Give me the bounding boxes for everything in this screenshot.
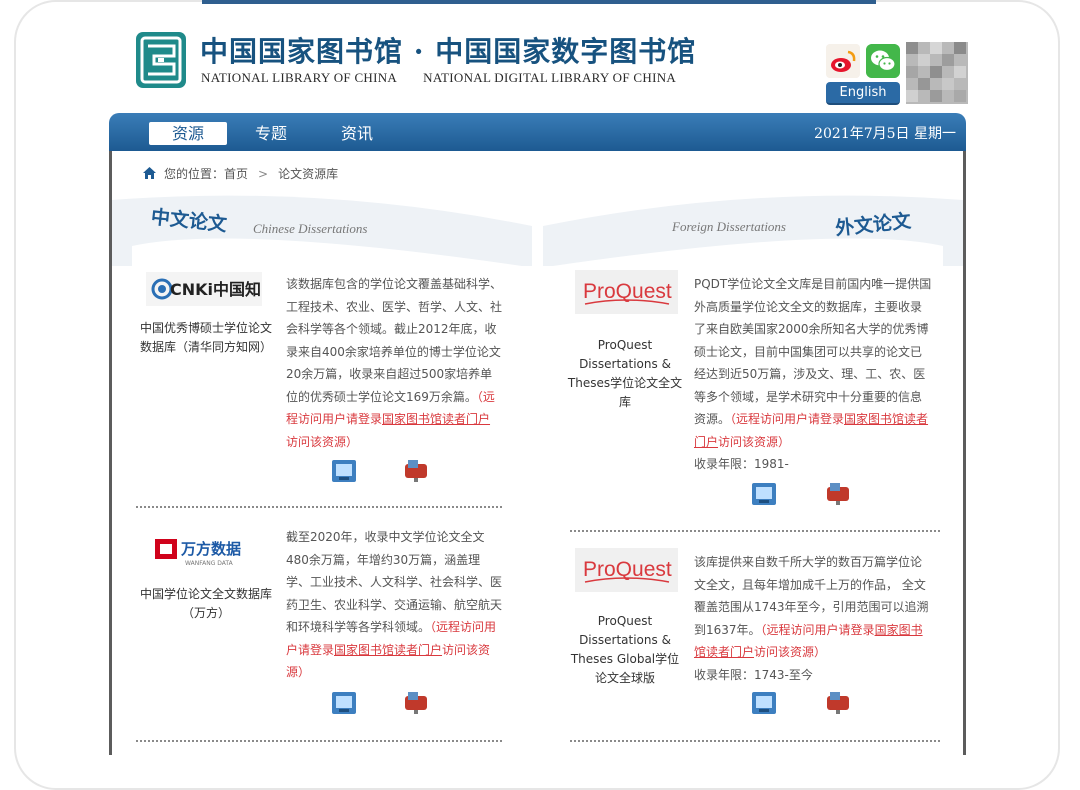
pqdt-mailbox-icon[interactable] xyxy=(824,479,852,505)
breadcrumb-separator: > xyxy=(258,167,269,181)
nav-tab-topics[interactable]: 专题 xyxy=(249,122,293,145)
pqdt-name[interactable]: ProQuest Dissertations & Theses学位论文全文库 xyxy=(566,336,684,412)
site-title[interactable]: 中国国家图书馆 · 中国国家数字图书馆 xyxy=(200,30,696,70)
title-en-1: NATIONAL LIBRARY OF CHINA xyxy=(201,70,398,85)
proquest-logo-icon: ProQuest xyxy=(575,270,678,314)
home-icon[interactable] xyxy=(143,167,156,179)
pqdt-remote-note: （远程访问用户请登录国家图书馆读者门户访问该资源） xyxy=(694,412,928,449)
pqdt-desc: PQDT学位论文全文库是目前国内唯一提供国外高质量学位论文全文的数据库，主要收录… xyxy=(694,273,932,476)
wanfang-desc-text: 截至2020年，收录中文学位论文全文480余万篇，年增约30万篇，涵盖理学、工业… xyxy=(286,530,503,634)
proquest-global-logo-icon: ProQuest xyxy=(575,548,678,592)
wanfang-portal-link[interactable]: 国家图书馆读者门户 xyxy=(334,643,442,657)
divider xyxy=(570,740,940,742)
pqdt-global-years: 收录年限：1743-至今 xyxy=(694,667,813,682)
cnki-logo-icon: CNKi中国知网 xyxy=(146,272,277,306)
wechat-icon[interactable] xyxy=(866,44,900,78)
library-logo-icon[interactable] xyxy=(134,30,188,90)
wanfang-logo-text: 万方数据 xyxy=(180,540,241,558)
nav-date: 2021年7月5日 星期一 xyxy=(814,126,956,142)
cnki-portal-link[interactable]: 国家图书馆读者门户 xyxy=(382,412,490,426)
wanfang-access-icon[interactable] xyxy=(330,690,358,716)
site-title-en: NATIONAL LIBRARY OF CHINA NATIONAL DIGITA… xyxy=(201,70,702,86)
pqdt-remote-post: 访问该资源） xyxy=(718,434,791,449)
cnki-desc-text: 该数据库包含的学位论文覆盖基础科学、工程技术、农业、医学、哲学、人文、社会科学等… xyxy=(286,277,503,404)
pqdt-remote-pre: （远程访问用户请登录 xyxy=(730,412,845,426)
pqdt-global-remote-pre: （远程访问用户请登录 xyxy=(760,622,875,637)
cnki-access-icon[interactable] xyxy=(330,458,358,484)
proquest-logo[interactable]: ProQuest xyxy=(575,270,678,314)
pqdt-global-access-icon[interactable] xyxy=(750,690,778,716)
cnki-logo-text: CNKi中国知网 xyxy=(170,280,262,299)
title-en-2: NATIONAL DIGITAL LIBRARY OF CHINA xyxy=(423,70,677,85)
divider xyxy=(136,740,502,742)
wanfang-logo-icon: 万方数据 WANFANG DATA xyxy=(155,539,241,567)
english-button[interactable]: English xyxy=(826,82,900,105)
wanfang-name[interactable]: 中国学位论文全文数据库（万方） xyxy=(136,585,276,623)
cnki-mailbox-icon[interactable] xyxy=(402,456,430,482)
wanfang-logo[interactable]: 万方数据 WANFANG DATA xyxy=(155,535,259,567)
pqdt-desc-text: PQDT学位论文全文库是目前国内唯一提供国外高质量学位论文全文的数据库，主要收录… xyxy=(694,277,932,426)
proquest-global-logo[interactable]: ProQuest xyxy=(575,548,678,592)
wanfang-mailbox-icon[interactable] xyxy=(402,688,430,714)
section-subtitle-chinese: Chinese Dissertations xyxy=(253,221,368,236)
pqdt-access-icon[interactable] xyxy=(750,481,778,507)
cnki-remote-post: 访问该资源） xyxy=(286,434,359,449)
cnki-name[interactable]: 中国优秀博硕士学位论文数据库（清华同方知网） xyxy=(136,319,276,357)
cnki-logo[interactable]: CNKi中国知网 xyxy=(146,272,277,306)
cnki-desc: 该数据库包含的学位论文覆盖基础科学、工程技术、农业、医学、哲学、人文、社会科学等… xyxy=(286,273,502,453)
pqdt-years: 收录年限：1981- xyxy=(694,457,789,471)
top-accent-bar xyxy=(202,0,876,4)
breadcrumb-current: 论文资源库 xyxy=(278,167,339,181)
pqdt-global-mailbox-icon[interactable] xyxy=(824,688,852,714)
nav-tab-news[interactable]: 资讯 xyxy=(335,122,379,145)
main-nav: 资源 专题 资讯 2021年7月5日 星期一 xyxy=(109,113,966,151)
divider xyxy=(136,506,502,508)
breadcrumb: 您的位置：首页 > 论文资源库 xyxy=(143,165,338,182)
pqdt-global-remote-post: 访问该资源） xyxy=(754,645,827,659)
divider xyxy=(570,530,940,532)
wanfang-desc: 截至2020年，收录中文学位论文全文480余万篇，年增约30万篇，涵盖理学、工业… xyxy=(286,526,502,684)
wanfang-logo-sub: WANFANG DATA xyxy=(185,560,234,567)
pqdt-global-name[interactable]: ProQuest Dissertations & Theses Global学位… xyxy=(566,612,684,688)
nav-tab-resources[interactable]: 资源 xyxy=(149,122,227,145)
qr-code-icon xyxy=(906,42,968,104)
section-subtitle-foreign: Foreign Dissertations xyxy=(672,219,786,234)
pqdt-global-desc: 该库提供来自数千所大学的数百万篇学位论文全文，且每年增加成千上万的作品， 全文覆… xyxy=(694,551,932,686)
breadcrumb-home[interactable]: 您的位置：首页 xyxy=(164,167,248,181)
weibo-icon[interactable] xyxy=(826,44,860,78)
